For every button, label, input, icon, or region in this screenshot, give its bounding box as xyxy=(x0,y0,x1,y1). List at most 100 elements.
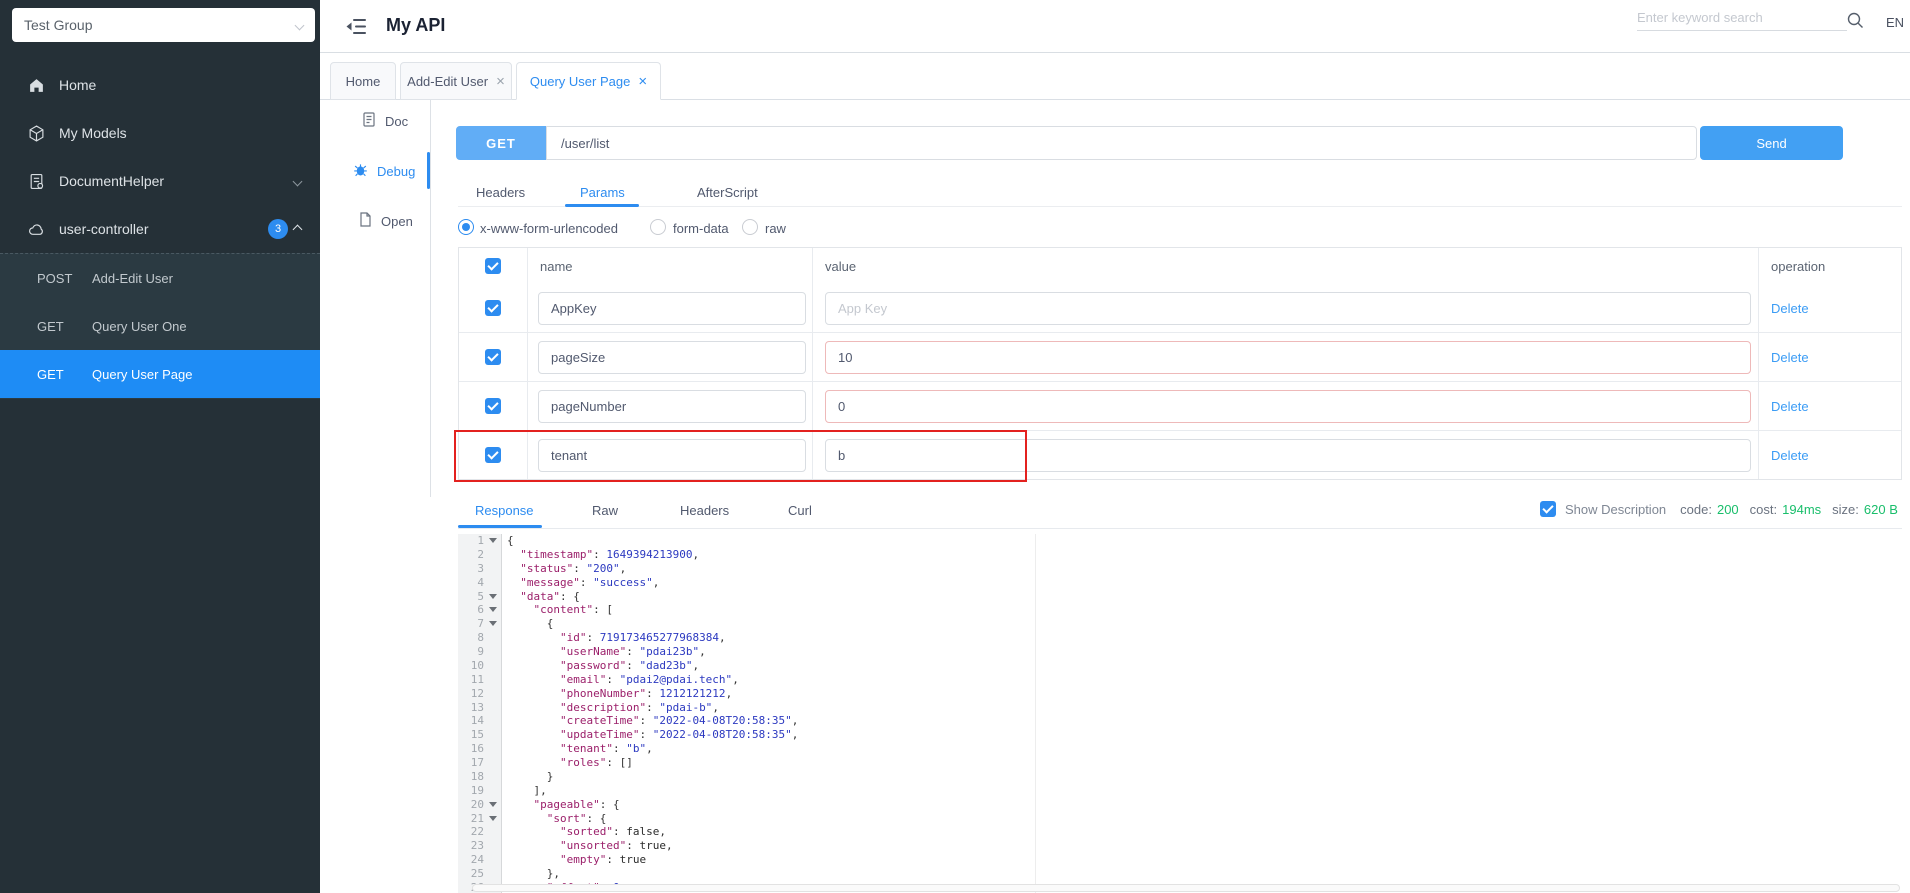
param-row: Delete xyxy=(459,430,1901,479)
radio-form-data[interactable] xyxy=(650,219,666,235)
row-checkbox[interactable] xyxy=(485,300,501,316)
fold-toggle-icon[interactable] xyxy=(486,798,500,811)
code-line: 8 "id": 719173465277968384, xyxy=(458,631,1910,645)
delete-link[interactable]: Delete xyxy=(1771,448,1809,463)
http-method: GET xyxy=(37,319,92,334)
row-checkbox[interactable] xyxy=(485,447,501,463)
fold-spacer xyxy=(486,562,500,575)
tab-curl[interactable]: Curl xyxy=(788,503,812,518)
close-icon[interactable]: × xyxy=(496,74,505,89)
radio-label: x-www-form-urlencoded xyxy=(480,221,618,236)
nav-debug[interactable]: Debug xyxy=(353,162,415,180)
chevron-up-icon xyxy=(293,225,303,235)
tab-add-edit-user[interactable]: Add-Edit User × xyxy=(400,62,512,100)
horizontal-scrollbar[interactable] xyxy=(472,884,1900,892)
send-button[interactable]: Send xyxy=(1700,126,1843,160)
fold-toggle-icon[interactable] xyxy=(486,590,500,603)
code-line: 16 "tenant": "b", xyxy=(458,742,1910,756)
sidebar-item-home[interactable]: Home xyxy=(0,61,320,109)
fold-toggle-icon[interactable] xyxy=(486,534,500,547)
submenu-item-add-edit-user[interactable]: POST Add-Edit User xyxy=(0,254,320,302)
delete-link[interactable]: Delete xyxy=(1771,399,1809,414)
sidebar-item-my-models[interactable]: My Models xyxy=(0,109,320,157)
radio-label: form-data xyxy=(673,221,729,236)
param-value-input[interactable] xyxy=(825,292,1751,325)
sidebar-item-label: DocumentHelper xyxy=(59,173,164,189)
code-line: 10 "password": "dad23b", xyxy=(458,659,1910,673)
code-line: 3 "status": "200", xyxy=(458,562,1910,576)
delete-link[interactable]: Delete xyxy=(1771,301,1809,316)
group-select-value: Test Group xyxy=(24,17,92,33)
param-name-input[interactable] xyxy=(538,439,806,472)
tab-params[interactable]: Params xyxy=(580,185,625,200)
submenu-item-query-user-page[interactable]: GET Query User Page xyxy=(0,350,320,398)
tabs-baseline xyxy=(458,206,1902,207)
api-name: Add-Edit User xyxy=(92,271,173,286)
param-value-input[interactable] xyxy=(825,341,1751,374)
fold-spacer xyxy=(486,714,500,727)
param-row: Delete xyxy=(459,381,1901,430)
row-checkbox[interactable] xyxy=(485,398,501,414)
param-name-input[interactable] xyxy=(538,341,806,374)
fold-spacer xyxy=(486,631,500,644)
search-input[interactable] xyxy=(1637,5,1847,31)
tab-headers[interactable]: Headers xyxy=(476,185,525,200)
home-icon xyxy=(28,77,45,94)
fold-toggle-icon[interactable] xyxy=(486,617,500,630)
param-name-input[interactable] xyxy=(538,390,806,423)
sidebar-item-document-helper[interactable]: DocumentHelper xyxy=(0,157,320,205)
menu-fold-icon[interactable] xyxy=(345,18,367,38)
nav-doc[interactable]: Doc xyxy=(362,112,408,130)
tab-afterscript[interactable]: AfterScript xyxy=(697,185,758,200)
language-switch[interactable]: EN xyxy=(1886,15,1904,30)
chevron-down-icon xyxy=(295,20,305,30)
radio-label: raw xyxy=(765,221,786,236)
http-method: GET xyxy=(37,367,92,382)
fold-spacer xyxy=(486,728,500,741)
app-root: Test Group Home My Models DocumentHelper xyxy=(0,0,1910,893)
fold-spacer xyxy=(486,825,500,838)
fold-toggle-icon[interactable] xyxy=(486,603,500,616)
group-select[interactable]: Test Group xyxy=(12,8,315,42)
submenu-item-query-user-one[interactable]: GET Query User One xyxy=(0,302,320,350)
file-icon xyxy=(358,212,372,230)
tab-raw[interactable]: Raw xyxy=(592,503,618,518)
fold-spacer xyxy=(486,770,500,783)
param-value-input[interactable] xyxy=(825,390,1751,423)
response-meta: Show Description code: 200 cost: 194ms s… xyxy=(1540,501,1909,517)
radio-raw[interactable] xyxy=(742,219,758,235)
method-button[interactable]: GET xyxy=(456,126,546,160)
fold-toggle-icon[interactable] xyxy=(486,812,500,825)
tab-query-user-page[interactable]: Query User Page × xyxy=(516,62,661,100)
code-line: 4 "message": "success", xyxy=(458,576,1910,590)
debug-panel: Doc Debug Open GET Send Headers Params A… xyxy=(320,100,1910,893)
fold-spacer xyxy=(486,742,500,755)
radio-x-www-form-urlencoded[interactable] xyxy=(458,219,474,235)
show-description-checkbox[interactable] xyxy=(1540,501,1556,517)
delete-link[interactable]: Delete xyxy=(1771,350,1809,365)
fold-spacer xyxy=(486,756,500,769)
tab-response[interactable]: Response xyxy=(475,503,534,518)
close-icon[interactable]: × xyxy=(638,74,647,89)
code-line: 23 "unsorted": true, xyxy=(458,839,1910,853)
search-icon[interactable] xyxy=(1846,11,1864,32)
stat-code-value: 200 xyxy=(1717,502,1739,517)
param-name-input[interactable] xyxy=(538,292,806,325)
nav-open[interactable]: Open xyxy=(358,212,413,230)
column-header-name: name xyxy=(528,248,813,284)
stat-code-label: code: xyxy=(1680,502,1712,517)
select-all-checkbox[interactable] xyxy=(485,258,501,274)
param-value-input[interactable] xyxy=(825,439,1751,472)
tab-response-headers[interactable]: Headers xyxy=(680,503,729,518)
row-checkbox[interactable] xyxy=(485,349,501,365)
tab-home[interactable]: Home xyxy=(330,62,396,100)
tab-label: Query User Page xyxy=(530,74,630,89)
active-tab-underline xyxy=(565,204,639,207)
sidebar-item-user-controller[interactable]: user-controller 3 xyxy=(0,205,320,253)
fold-spacer xyxy=(486,659,500,672)
params-table-body: Delete Delete Delete Delete xyxy=(459,284,1901,479)
fold-spacer xyxy=(486,576,500,589)
active-nav-indicator xyxy=(427,152,430,189)
url-input[interactable] xyxy=(546,126,1697,160)
docnav-divider xyxy=(430,100,431,497)
